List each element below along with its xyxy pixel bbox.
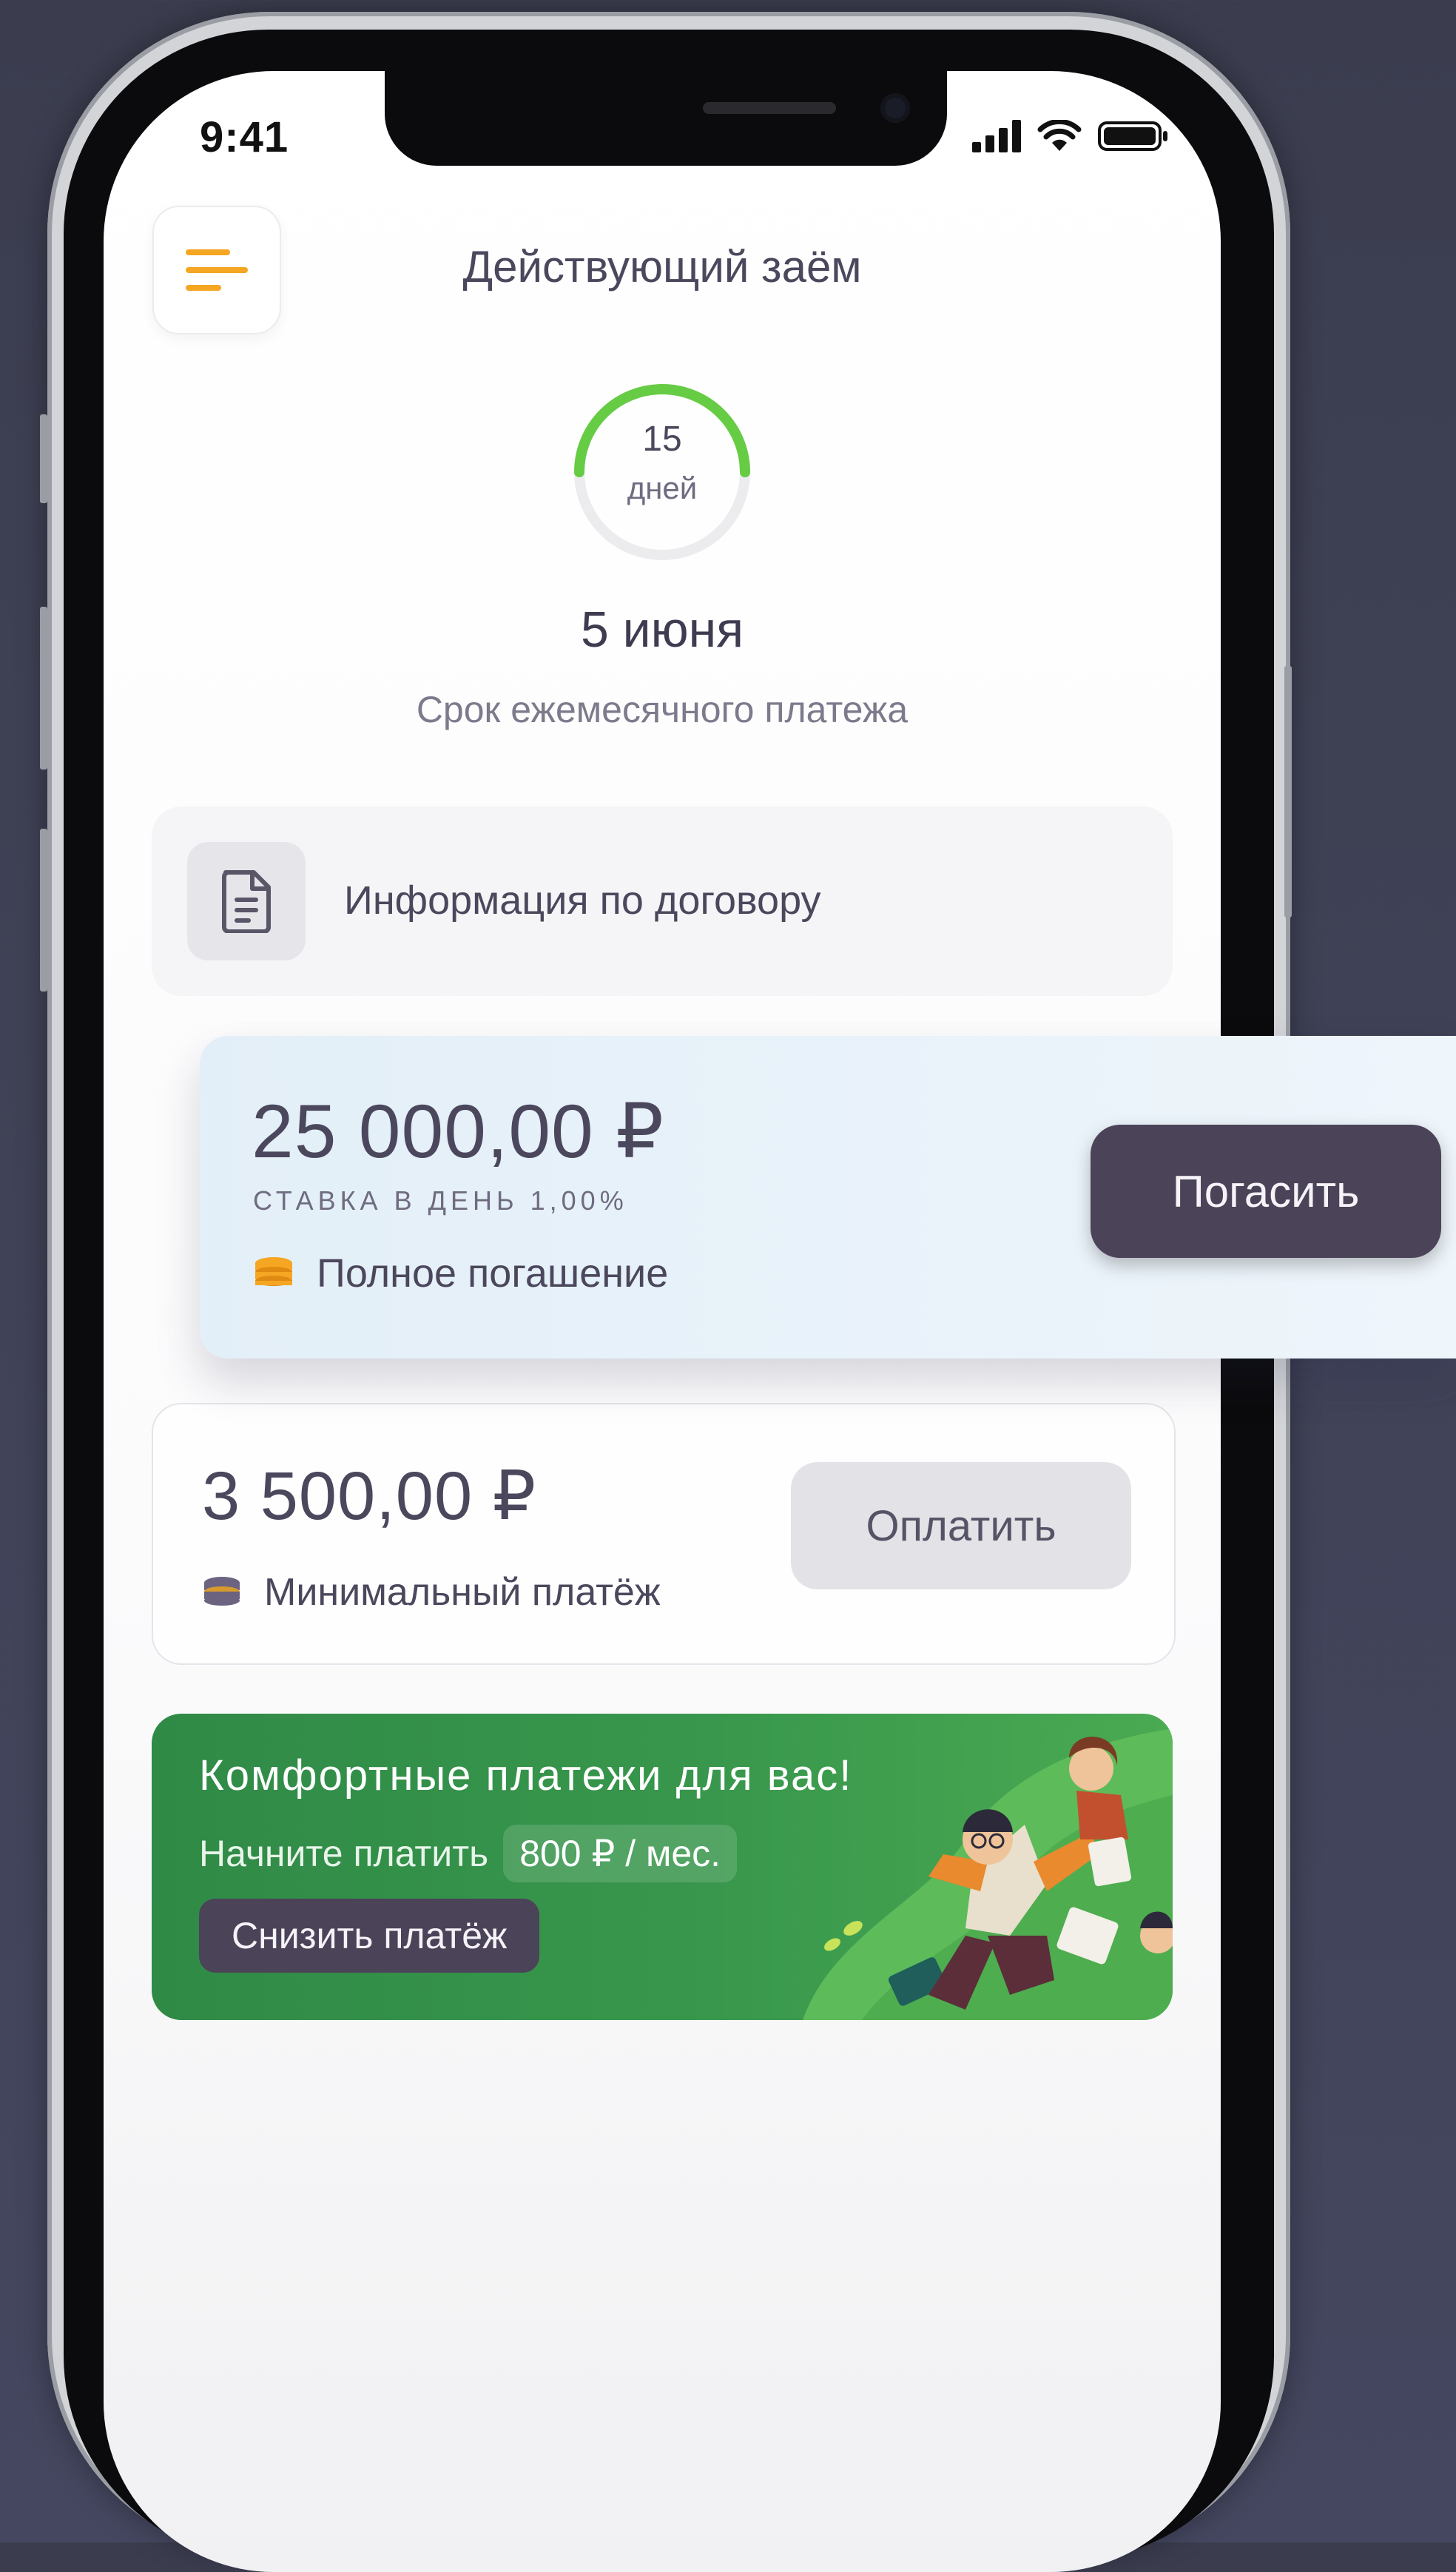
volume-down-button [40,829,47,992]
full-repayment-row: Полное погашение [253,1250,668,1296]
status-icons [972,120,1169,152]
promo-banner[interactable]: Комфортные платежи для вас! Начните плат… [152,1714,1173,2020]
battery-icon [1098,121,1167,151]
people-relaxing-illustration [803,1728,1173,2020]
due-date: 5 июня [580,602,744,658]
power-button [1284,666,1292,918]
daily-rate: СТАВКА В ДЕНЬ 1,00% [253,1185,628,1216]
contract-info-label: Информация по договору [344,878,821,923]
contract-info-card[interactable]: Информация по договору [152,807,1173,996]
volume-up-button [40,607,47,770]
silent-switch [40,414,47,503]
pay-button[interactable]: Оплатить [791,1462,1131,1589]
speaker-grille [703,102,836,114]
coins-stack-icon [255,1257,292,1286]
full-repayment-amount: 25 000,00 ₽ [252,1089,665,1174]
full-repayment-label: Полное погашение [317,1251,669,1296]
wifi-icon [1037,120,1082,151]
minimum-payment-row: Минимальный платёж [202,1570,661,1615]
status-time: 9:41 [200,113,289,161]
cellular-signal-icon [972,120,1021,152]
page-title: Действующий заём [462,242,862,292]
document-icon-box [187,842,306,960]
promo-subtitle: Начните платить [199,1833,489,1874]
promo-price: 800 ₽ / мес. [503,1825,738,1882]
due-caption: Срок ежемесячного платежа [416,689,909,730]
document-icon [222,870,271,933]
front-camera [880,93,910,123]
reduce-payment-button[interactable]: Снизить платёж [199,1899,540,1973]
bottom-area [104,2069,1221,2572]
minimum-payment-amount: 3 500,00 ₽ [202,1458,537,1534]
notch [385,71,947,166]
minimum-payment-card: 3 500,00 ₽ Минимальный платёж Оплатить [152,1403,1176,1665]
coins-stack-icon [204,1577,240,1606]
days-remaining-number: 15 [642,420,682,459]
days-remaining-unit: дней [627,471,698,505]
minimum-payment-label: Минимальный платёж [264,1571,661,1614]
repay-button[interactable]: Погасить [1091,1125,1441,1258]
promo-subtitle-row: Начните платить 800 ₽ / мес. [199,1825,738,1882]
